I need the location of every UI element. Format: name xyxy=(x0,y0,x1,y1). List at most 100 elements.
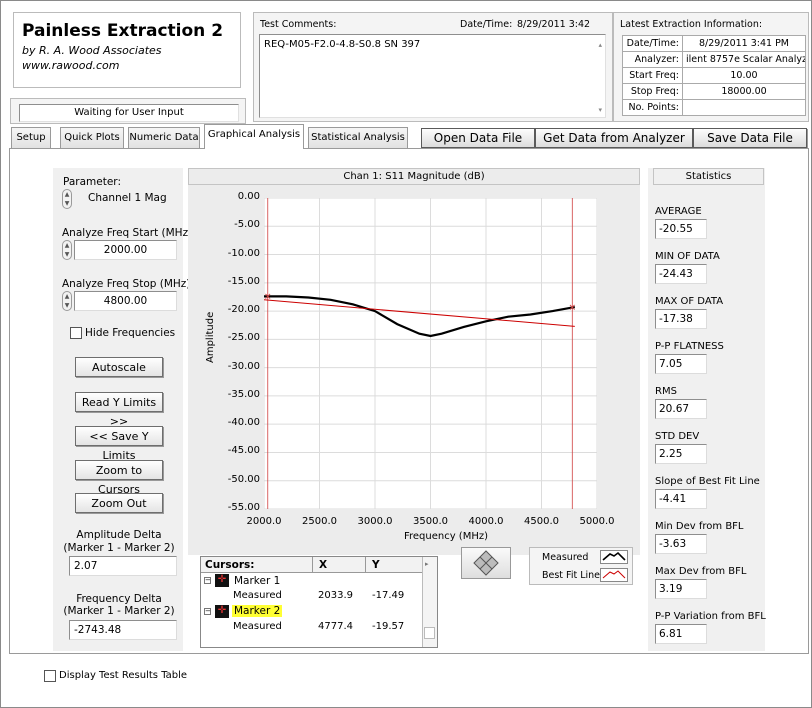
cursor-header-label: Cursors: xyxy=(205,559,255,571)
zoom-out-button[interactable]: Zoom Out xyxy=(75,493,163,513)
extraction-row-value: 10.00 xyxy=(682,67,806,84)
stat-value: 2.25 xyxy=(655,444,707,464)
stat-label: Slope of Best Fit Line xyxy=(655,476,760,487)
comments-label: Test Comments: xyxy=(260,19,337,30)
frequency-delta-sublabel: (Marker 1 - Marker 2) xyxy=(63,605,175,617)
divider xyxy=(365,557,366,573)
frequency-delta-label: Frequency Delta xyxy=(76,593,162,605)
cursor-marker-2[interactable]: ✕ xyxy=(569,304,577,314)
freq-start-spinner[interactable]: ▲ ▼ xyxy=(62,240,72,260)
comments-textarea[interactable]: REQ-M05-F2.0-4.8-S0.8 SN 397 ▴ ▾ xyxy=(259,34,606,118)
display-test-results-checkbox[interactable] xyxy=(44,670,56,682)
tab-statistical-analysis[interactable]: Statistical Analysis xyxy=(308,127,408,148)
autoscale-button[interactable]: Autoscale xyxy=(75,357,163,377)
save-y-limits-button[interactable]: << Save Y Limits xyxy=(75,426,163,462)
chart-title: Chan 1: S11 Magnitude (dB) xyxy=(188,168,640,185)
legend-bestfit-swatch xyxy=(600,568,628,582)
marker2-measured-label: Measured xyxy=(233,621,282,632)
extraction-row-value: ilent 8757e Scalar Analyz xyxy=(682,51,806,68)
marker1-y: -17.49 xyxy=(372,590,405,601)
marker2-x: 4777.4 xyxy=(318,621,353,632)
x-tick-label: 3500.0 xyxy=(413,516,448,527)
cursor-table: Cursors: X Y − ✛ Marker 1 Measured 2033.… xyxy=(200,556,438,648)
amplitude-delta-sublabel: (Marker 1 - Marker 2) xyxy=(63,542,175,554)
zoom-to-cursors-button[interactable]: Zoom to Cursors xyxy=(75,460,163,496)
tab-setup[interactable]: Setup xyxy=(11,127,51,148)
extraction-row-label: Analyzer: xyxy=(622,51,683,68)
extraction-table: Date/Time: 8/29/2011 3:41 PM Analyzer: ile… xyxy=(622,35,806,116)
extraction-row-value xyxy=(682,99,806,116)
amplitude-delta-value: 2.07 xyxy=(69,556,177,576)
read-y-limits-button[interactable]: Read Y Limits >> xyxy=(75,392,163,428)
y-tick-label: -20.00 xyxy=(227,304,260,316)
x-axis-label: Frequency (MHz) xyxy=(403,531,489,542)
freq-stop-spinner[interactable]: ▲ ▼ xyxy=(62,291,72,311)
stat-label: P-P Variation from BFL xyxy=(655,611,766,622)
scroll-right-icon[interactable]: ▸ xyxy=(425,560,429,568)
x-tick-label: 2000.0 xyxy=(246,516,282,527)
marker1-crosshair-icon[interactable]: ✛ xyxy=(215,574,229,587)
freq-stop-label: Analyze Freq Stop (MHz) xyxy=(62,278,191,290)
app-title: Painless Extraction 2 xyxy=(22,21,224,41)
y-tick-label: 0.00 xyxy=(237,191,260,202)
statistics-title: Statistics xyxy=(653,168,764,185)
y-tick-label: -50.00 xyxy=(227,473,260,485)
app-author: by R. A. Wood Associates xyxy=(22,44,162,57)
stat-value: -24.43 xyxy=(655,264,707,284)
stat-label: P-P FLATNESS xyxy=(655,341,724,352)
pan-diamond-icon xyxy=(473,550,499,576)
y-tick-label: -15.00 xyxy=(227,275,260,287)
marker2-label[interactable]: Marker 2 xyxy=(232,605,283,617)
stat-label: RMS xyxy=(655,386,677,397)
scroll-up-icon[interactable]: ▴ xyxy=(598,41,602,49)
stat-label: STD DEV xyxy=(655,431,700,442)
amplitude-delta-label: Amplitude Delta xyxy=(76,529,162,541)
hide-frequencies-checkbox[interactable] xyxy=(70,327,82,339)
stat-label: AVERAGE xyxy=(655,206,702,217)
legend: Measured Best Fit Line xyxy=(529,547,633,585)
x-tick-label: 2500.0 xyxy=(302,516,337,527)
extraction-row-label: No. Points: xyxy=(622,99,683,116)
y-tick-label: -35.00 xyxy=(227,388,260,400)
status-text: Waiting for User Input xyxy=(19,104,239,122)
get-data-from-analyzer-button[interactable]: Get Data from Analyzer xyxy=(535,128,693,148)
parameter-spinner[interactable]: ▲ ▼ xyxy=(62,189,72,209)
y-tick-label: -40.00 xyxy=(227,417,260,429)
save-data-file-button[interactable]: Save Data File xyxy=(693,128,807,148)
scroll-down-icon[interactable]: ▾ xyxy=(598,106,602,114)
extraction-row-label: Date/Time: xyxy=(622,35,683,52)
divider xyxy=(312,557,313,573)
stat-value: 7.05 xyxy=(655,354,707,374)
marker1-label[interactable]: Marker 1 xyxy=(234,575,280,587)
scroll-thumb[interactable] xyxy=(424,627,435,639)
y-tick-label: -25.00 xyxy=(227,332,260,344)
marker1-x: 2033.9 xyxy=(318,590,353,601)
freq-start-input[interactable]: 2000.00 xyxy=(74,240,177,260)
extraction-row-value: 18000.00 xyxy=(682,83,806,100)
collapse-icon[interactable]: − xyxy=(204,577,211,584)
extraction-row-value: 8/29/2011 3:41 PM xyxy=(682,35,806,52)
freq-stop-input[interactable]: 4800.00 xyxy=(74,291,177,311)
cursor-marker-1[interactable]: ✕ xyxy=(264,292,272,302)
tab-numeric-data[interactable]: Numeric Data xyxy=(128,127,200,148)
stat-value: -4.41 xyxy=(655,489,707,509)
pan-control[interactable] xyxy=(461,547,511,579)
display-test-results-label: Display Test Results Table xyxy=(59,670,188,681)
tab-quick-plots[interactable]: Quick Plots xyxy=(60,127,124,148)
tab-graphical-analysis[interactable]: Graphical Analysis xyxy=(204,124,304,149)
cursor-header-x: X xyxy=(319,559,328,571)
y-tick-label: -30.00 xyxy=(227,360,260,372)
stat-value: -20.55 xyxy=(655,219,707,239)
open-data-file-button[interactable]: Open Data File xyxy=(421,128,535,148)
extraction-row: Start Freq: 10.00 xyxy=(622,67,806,84)
plot-area[interactable]: ✕✕ xyxy=(264,198,597,509)
extraction-panel: Latest Extraction Information: Date/Time… xyxy=(613,12,809,122)
marker2-crosshair-icon[interactable]: ✛ xyxy=(215,605,229,618)
legend-measured-swatch xyxy=(600,550,628,564)
y-tick-label: -55.00 xyxy=(227,502,260,513)
parameter-select[interactable]: Channel 1 Mag xyxy=(74,189,176,209)
datetime-value: 8/29/2011 3:42 xyxy=(517,19,591,30)
x-tick-label: 3000.0 xyxy=(357,516,393,527)
extraction-row: No. Points: xyxy=(622,99,806,116)
collapse-icon[interactable]: − xyxy=(204,608,211,615)
